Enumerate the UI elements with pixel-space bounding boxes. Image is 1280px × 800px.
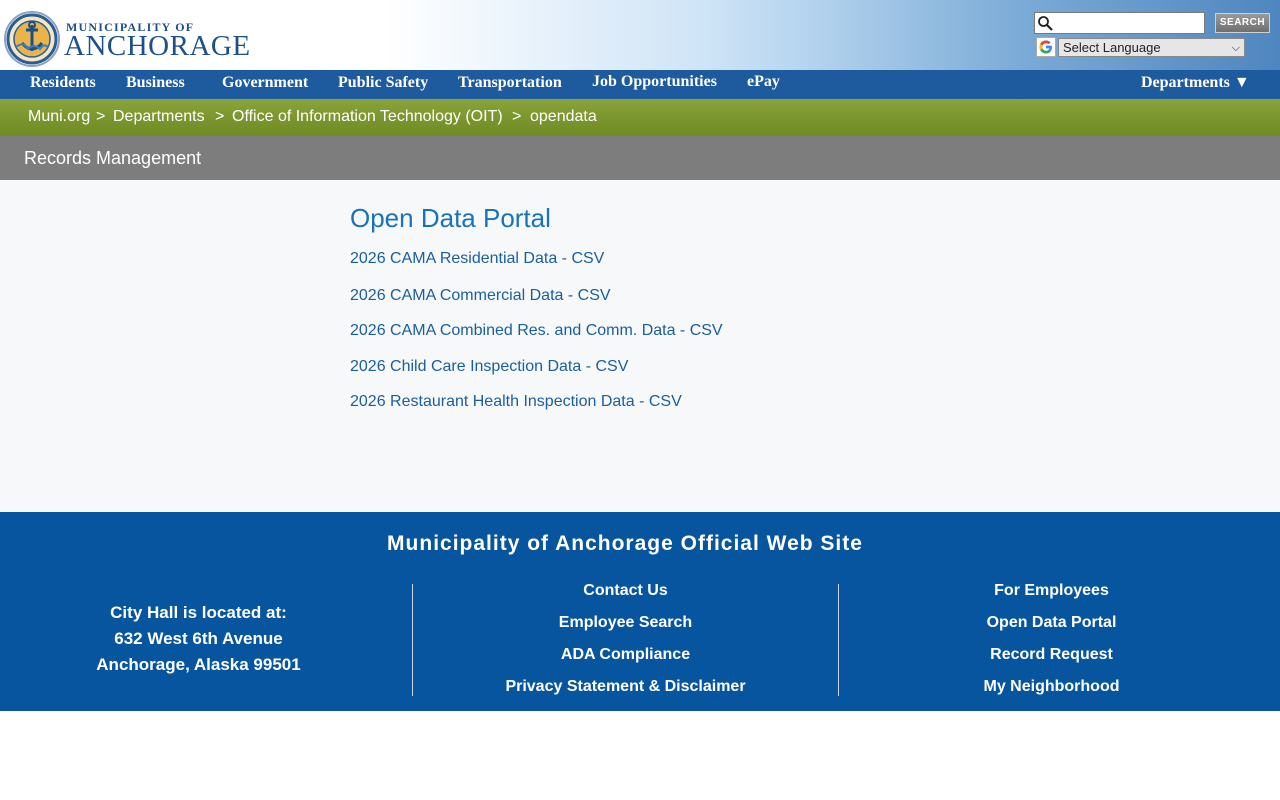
- footer-title: Municipality of Anchorage Official Web S…: [387, 532, 863, 555]
- breadcrumb: Muni.org > Departments > Office of Infor…: [0, 99, 1280, 136]
- search-field[interactable]: [1034, 12, 1205, 34]
- search-input[interactable]: [1055, 14, 1203, 32]
- breadcrumb-oit[interactable]: Office of Information Technology (OIT): [232, 108, 503, 126]
- site-header: MUNICIPALITY OF ANCHORAGE SEARCH Select …: [0, 0, 1280, 70]
- link-cama-commercial[interactable]: 2026 CAMA Commercial Data - CSV: [350, 287, 611, 305]
- nav-residents[interactable]: Residents: [30, 74, 96, 92]
- nav-business[interactable]: Business: [126, 74, 185, 92]
- link-child-care[interactable]: 2026 Child Care Inspection Data - CSV: [350, 358, 628, 376]
- link-cama-residential[interactable]: 2026 CAMA Residential Data - CSV: [350, 250, 604, 268]
- breadcrumb-separator: >: [215, 108, 225, 125]
- search-button[interactable]: SEARCH: [1215, 13, 1270, 33]
- chevron-down-icon: ⌵: [1231, 42, 1240, 54]
- address-city: Anchorage, Alaska 99501: [96, 655, 301, 674]
- breadcrumb-separator: >: [96, 108, 106, 125]
- municipality-seal-logo[interactable]: [4, 11, 60, 67]
- main-navigation: Residents Business Government Public Saf…: [0, 70, 1280, 99]
- nav-job-opportunities[interactable]: Job Opportunities: [592, 73, 717, 91]
- footer-ada-compliance[interactable]: ADA Compliance: [413, 646, 838, 664]
- breadcrumb-departments[interactable]: Departments: [113, 108, 205, 126]
- footer-for-employees[interactable]: For Employees: [839, 582, 1264, 600]
- link-restaurant-health[interactable]: 2026 Restaurant Health Inspection Data -…: [350, 393, 682, 411]
- search-icon: [1038, 16, 1053, 31]
- address-street: 632 West 6th Avenue: [114, 629, 283, 648]
- breadcrumb-opendata: opendata: [530, 108, 597, 125]
- section-header: Records Management: [0, 136, 1280, 180]
- footer-record-request[interactable]: Record Request: [839, 646, 1264, 664]
- footer-open-data-portal[interactable]: Open Data Portal: [839, 614, 1264, 632]
- page-title: Open Data Portal: [350, 203, 551, 233]
- breadcrumb-separator: >: [512, 108, 522, 125]
- footer-privacy-statement[interactable]: Privacy Statement & Disclaimer: [413, 678, 838, 696]
- footer-my-neighborhood[interactable]: My Neighborhood: [839, 678, 1264, 696]
- nav-government[interactable]: Government: [222, 74, 308, 92]
- nav-departments-dropdown[interactable]: Departments ▼: [1141, 74, 1250, 92]
- section-title: Records Management: [24, 148, 202, 168]
- link-cama-combined[interactable]: 2026 CAMA Combined Res. and Comm. Data -…: [350, 322, 723, 340]
- site-footer: Municipality of Anchorage Official Web S…: [0, 512, 1280, 711]
- brand-title[interactable]: ANCHORAGE: [64, 30, 251, 63]
- language-select[interactable]: Select Language ⌵: [1058, 38, 1245, 57]
- footer-contact-us[interactable]: Contact Us: [413, 582, 838, 600]
- google-icon: [1036, 37, 1056, 57]
- main-content: Open Data Portal 2026 CAMA Residential D…: [0, 180, 1280, 512]
- nav-epay[interactable]: ePay: [747, 73, 780, 91]
- address-heading: City Hall is located at:: [110, 603, 287, 622]
- nav-transportation[interactable]: Transportation: [458, 74, 562, 92]
- nav-public-safety[interactable]: Public Safety: [338, 74, 428, 92]
- breadcrumb-muni[interactable]: Muni.org: [28, 108, 90, 126]
- footer-employee-search[interactable]: Employee Search: [413, 614, 838, 632]
- language-select-value: Select Language: [1063, 40, 1161, 55]
